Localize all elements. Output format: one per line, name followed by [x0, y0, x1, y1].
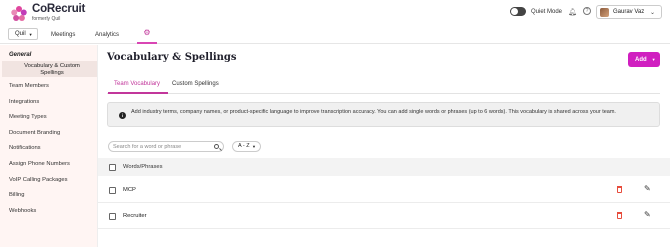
search-input[interactable]	[113, 143, 209, 151]
sidebar-item-assign-phone-numbers[interactable]: Assign Phone Numbers	[9, 161, 70, 167]
search-icon[interactable]	[214, 144, 219, 149]
select-all-checkbox[interactable]	[109, 164, 116, 171]
sidebar-item-document-branding[interactable]: Document Branding	[9, 130, 60, 136]
sidebar-item-voip-calling-packages[interactable]: VoIP Calling Packages	[9, 177, 68, 183]
vocabulary-tabs: Team Vocabulary Custom Spellings	[107, 77, 660, 94]
add-button-label: Add	[635, 56, 647, 63]
tab-custom-spellings[interactable]: Custom Spellings	[172, 81, 219, 87]
row-checkbox[interactable]	[109, 187, 116, 194]
table-row: MCP ✎	[98, 177, 670, 203]
tab-team-vocabulary[interactable]: Team Vocabulary	[108, 81, 168, 94]
user-name: Gaurav Vaz	[613, 9, 645, 15]
sidebar-item-notifications[interactable]: Notifications	[9, 145, 41, 151]
add-button[interactable]: Add ▼	[628, 52, 660, 67]
info-icon: i	[119, 112, 126, 119]
sidebar-item-webhooks[interactable]: Webhooks	[9, 208, 36, 214]
user-menu-button[interactable]: Gaurav Vaz ⌄	[596, 5, 662, 19]
brand-subtitle: formerly Quil	[32, 15, 61, 22]
info-text: Add industry terms, company names, or pr…	[131, 109, 616, 115]
row-checkbox[interactable]	[109, 213, 116, 220]
quiet-mode-label: Quiet Mode	[531, 8, 563, 15]
sidebar-item-billing[interactable]: Billing	[9, 192, 24, 198]
brand-name: CoRecruit	[32, 3, 86, 15]
main-nav: Quil ▼ Meetings Analytics ⚙	[0, 26, 670, 44]
caret-down-icon: ▼	[28, 31, 33, 37]
pencil-icon[interactable]: ✎	[644, 184, 651, 193]
trash-icon[interactable]	[617, 212, 622, 219]
info-banner: i Add industry terms, company names, or …	[107, 102, 660, 127]
nav-meetings[interactable]: Meetings	[51, 32, 75, 38]
logo-icon	[11, 6, 27, 22]
row-phrase: Recruiter	[123, 213, 147, 219]
sidebar-item-meeting-types[interactable]: Meeting Types	[9, 114, 47, 120]
gear-icon[interactable]: ⚙	[137, 28, 157, 44]
nav-analytics[interactable]: Analytics	[95, 32, 119, 38]
avatar	[600, 7, 609, 17]
brand-logo[interactable]: CoRecruit formerly Quil	[9, 3, 86, 24]
quiet-mode-toggle[interactable]	[510, 7, 526, 16]
sidebar-item-team-members[interactable]: Team Members	[9, 83, 49, 89]
quiet-mode[interactable]: Quiet Mode	[510, 7, 562, 16]
row-phrase: MCP	[123, 187, 136, 193]
page-title: Vocabulary & Spellings	[107, 52, 237, 63]
settings-sidebar: General Vocabulary & Custom Spellings Te…	[0, 45, 98, 247]
help-icon[interactable]: ?	[583, 7, 591, 15]
table-row: Recruiter ✎	[98, 203, 670, 229]
pencil-icon[interactable]: ✎	[644, 210, 651, 219]
top-bar: CoRecruit formerly Quil Quiet Mode 🔔︎ ? …	[0, 0, 670, 26]
sidebar-item-integrations[interactable]: Integrations	[9, 99, 39, 105]
search-box	[108, 141, 224, 152]
workspace-select[interactable]: Quil ▼	[8, 28, 38, 40]
table-header: Words/Phrases	[98, 158, 670, 176]
column-header-words: Words/Phrases	[123, 164, 163, 170]
sort-select[interactable]: A - Z ▼	[232, 141, 261, 152]
sidebar-section-general: General	[9, 52, 32, 58]
caret-down-icon: ▼	[651, 57, 656, 62]
sidebar-item-label: Vocabulary & Custom Spellings	[24, 63, 80, 76]
chevron-down-icon: ⌄	[649, 10, 655, 16]
sidebar-item-vocabulary[interactable]: Vocabulary & Custom Spellings	[2, 61, 97, 77]
caret-down-icon: ▼	[252, 144, 256, 149]
trash-icon[interactable]	[617, 186, 622, 193]
sort-label: A - Z	[238, 143, 250, 149]
bell-icon[interactable]: 🔔︎	[568, 8, 577, 16]
workspace-name: Quil	[15, 31, 26, 37]
